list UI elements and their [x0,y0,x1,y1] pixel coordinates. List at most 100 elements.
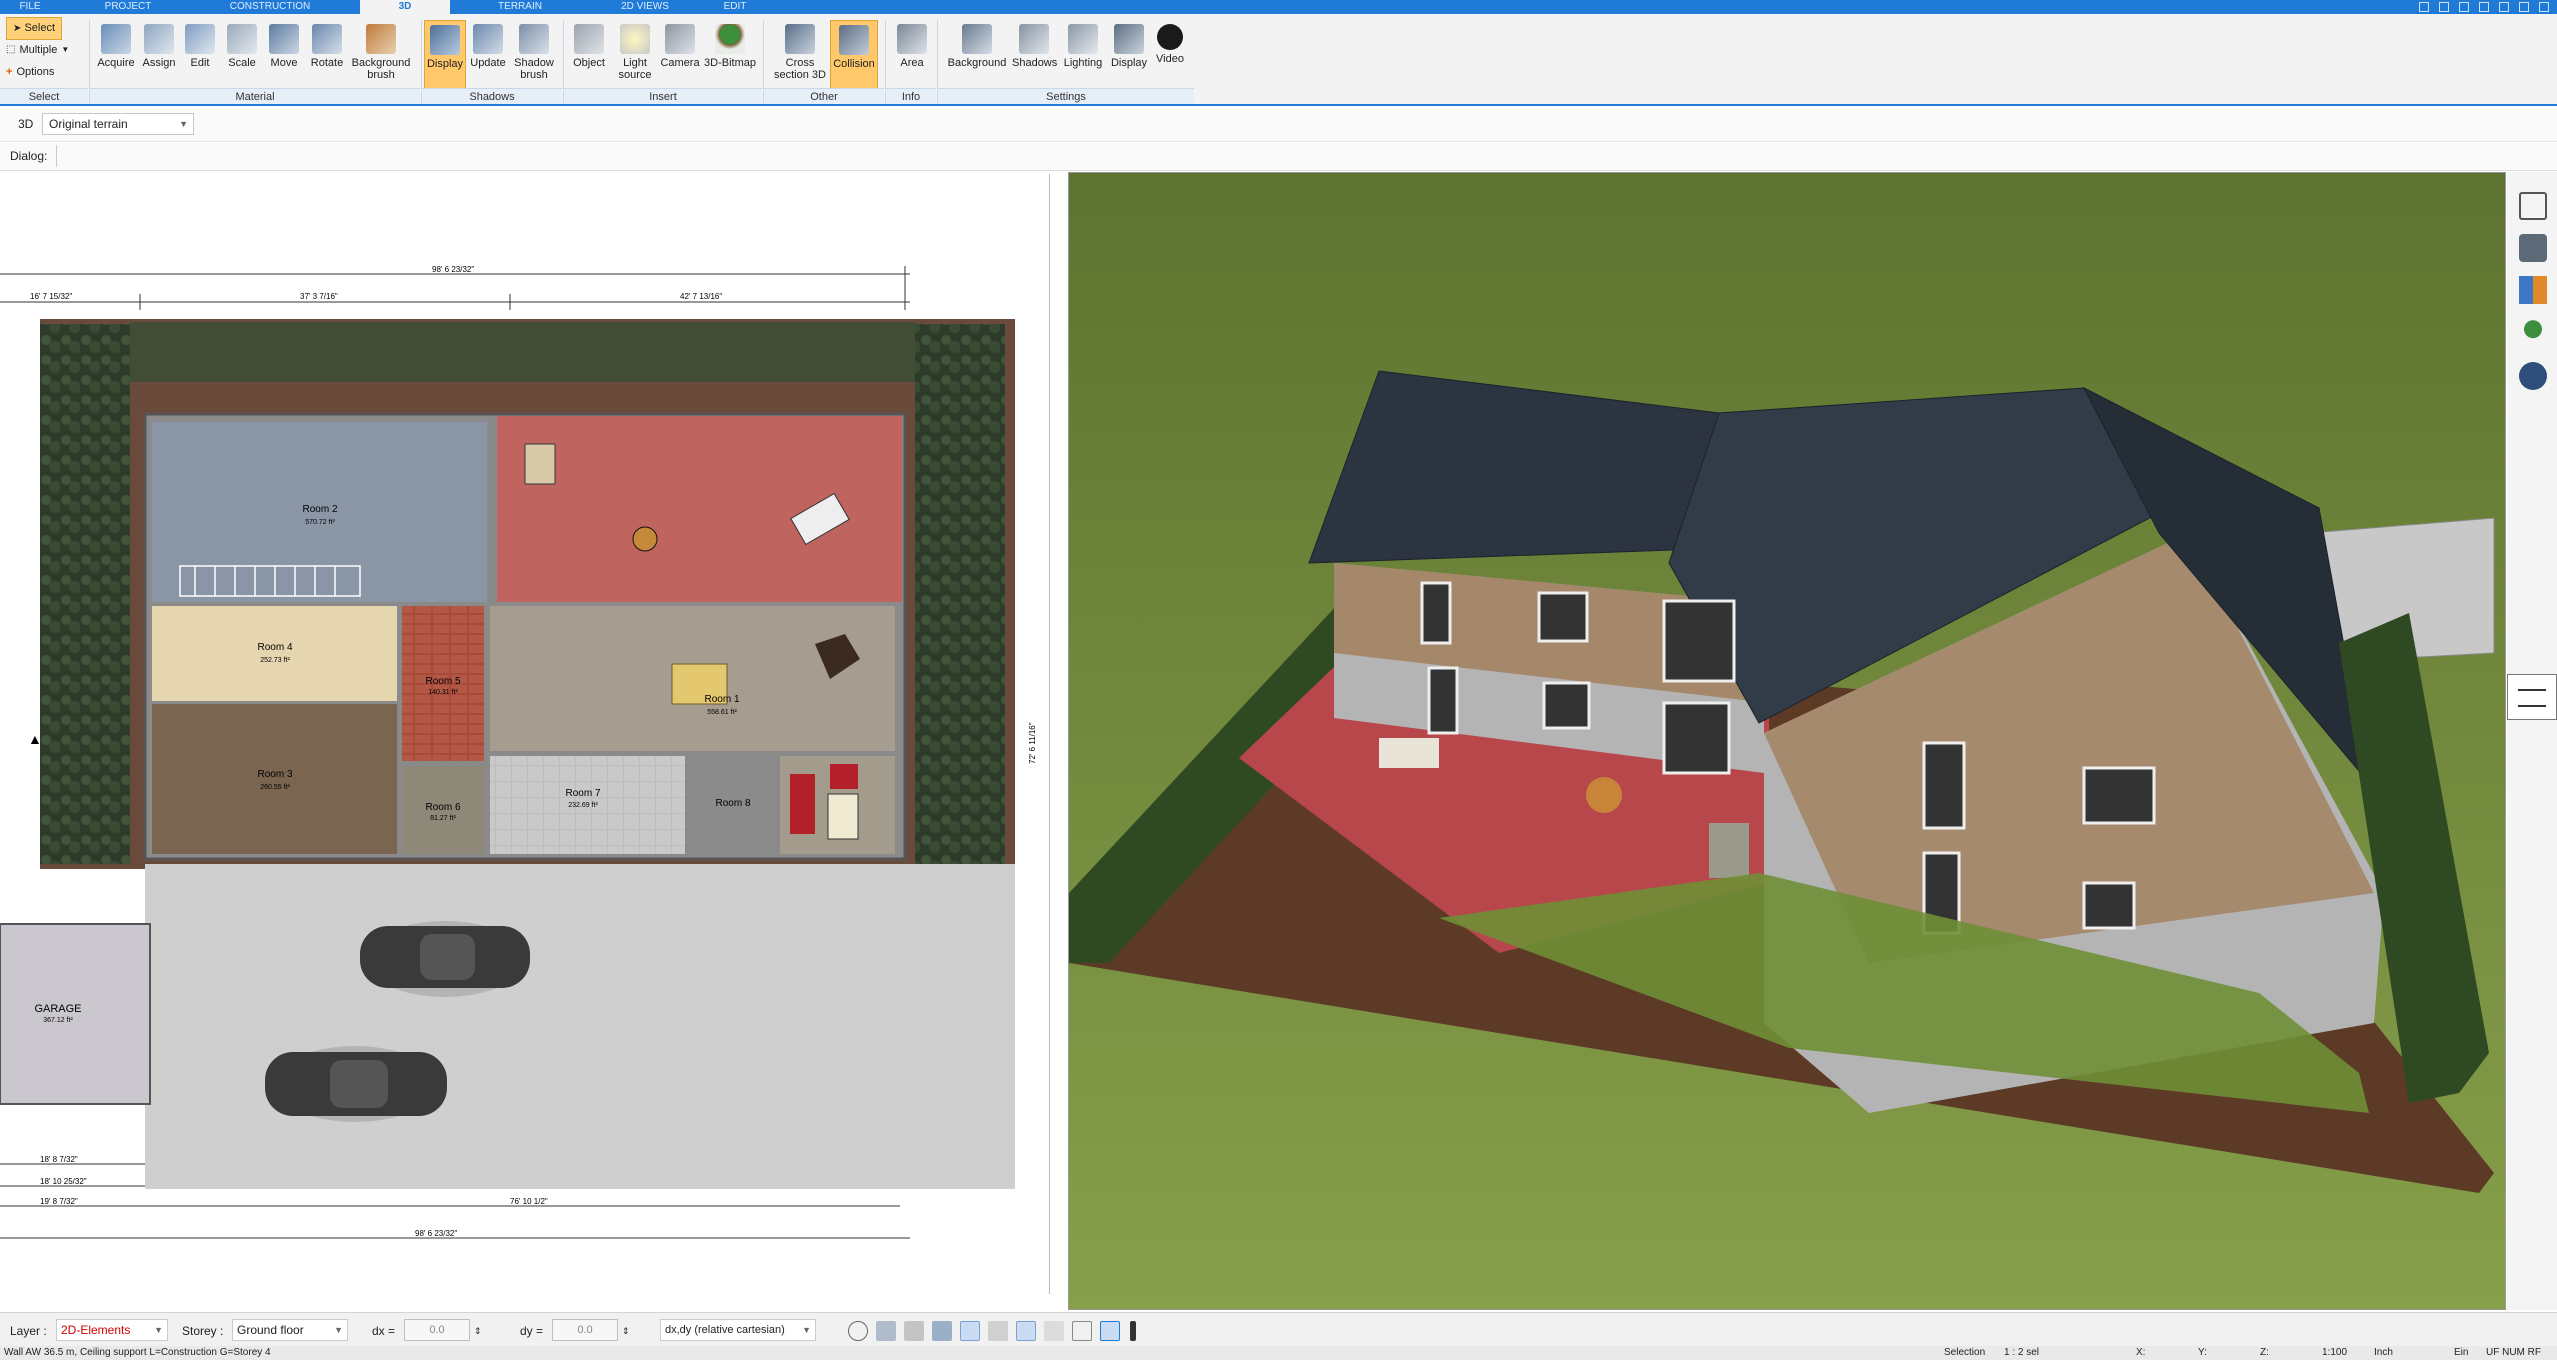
background-settings-button[interactable]: Background [942,20,1012,98]
3d-bitmap-button[interactable]: 3D-Bitmap [702,20,758,98]
insert-object-button[interactable]: Object [566,20,612,98]
lounger[interactable] [524,443,556,485]
materials-icon[interactable] [2519,276,2547,304]
move-button[interactable]: Move [264,20,304,98]
dx-input[interactable]: 0.0 [404,1319,470,1341]
acquire-button[interactable]: Acquire [94,20,138,98]
move-arrows-icon [269,24,299,54]
storey-select[interactable]: Ground floor ▼ [232,1319,348,1341]
layers-icon[interactable] [2519,192,2547,220]
shadow-brush-button[interactable]: Shadow brush [510,20,558,98]
coffee-table[interactable] [827,793,859,840]
light-source-button[interactable]: Light source [612,20,658,98]
area-icon [897,24,927,54]
terrain-select[interactable]: Original terrain ▼ [42,113,194,135]
edit-material-button[interactable]: Edit [182,20,218,98]
light-bulb-icon [620,24,650,54]
sofa[interactable] [790,774,815,834]
patio-table-3d[interactable] [1586,777,1622,813]
tools-icon[interactable] [2419,2,2429,12]
unit-value: Inch [2374,1347,2393,1358]
driveway [145,864,1015,1189]
hatch-icon[interactable] [1044,1321,1064,1341]
camera-button[interactable]: Camera [658,20,702,98]
shadow-brush-label: Shadow brush [514,57,554,81]
coordinate-mode-select[interactable]: dx,dy (relative cartesian) ▼ [660,1319,816,1341]
dx-label: dx = [372,1324,396,1338]
3d-scene[interactable] [1069,173,2506,1310]
tree-icon[interactable] [2519,318,2547,346]
layers-toggle-icon[interactable] [988,1321,1008,1341]
room-4[interactable] [152,606,397,701]
outdoor-cabinet-3d[interactable] [1709,823,1749,878]
close-icon[interactable] [2539,2,2549,12]
link-icon[interactable] [2519,362,2547,390]
options-button[interactable]: + Options [6,62,54,82]
clock-icon[interactable] [848,1321,868,1341]
menu-handle-icon[interactable] [2507,674,2557,720]
shadows-settings-button[interactable]: Shadows [1012,20,1058,98]
scale-button[interactable]: Scale [222,20,262,98]
display-label: Display [426,58,464,70]
tab-construction[interactable]: CONSTRUCTION [210,0,330,14]
3d-bitmap-label: 3D-Bitmap [704,57,756,69]
collision-label: Collision [833,58,875,70]
tab-edit[interactable]: EDIT [700,0,770,14]
select-button[interactable]: ➤ Select [6,16,63,40]
room-2-label: Room 2 [302,504,337,515]
shadows-display-button[interactable]: Display [424,20,466,98]
info-icon[interactable] [2479,2,2489,12]
grid-snap-icon[interactable] [932,1321,952,1341]
help-icon[interactable] [2459,2,2469,12]
plus-icon: + [6,66,13,78]
car-1[interactable] [360,921,530,997]
north-toggle-icon[interactable] [1100,1321,1120,1341]
ortho-icon[interactable] [1016,1321,1036,1341]
view-icon[interactable] [876,1321,896,1341]
dy-label: dy = [520,1324,544,1338]
grid-icon[interactable] [1072,1321,1092,1341]
minimize-icon[interactable] [2499,2,2509,12]
armchair[interactable] [830,764,858,789]
group-label-settings: Settings [938,88,1194,104]
car-2[interactable] [265,1046,447,1122]
restore-icon[interactable] [2439,2,2449,12]
background-brush-button[interactable]: Background brush [348,20,414,98]
more-icon[interactable] [1130,1321,1136,1341]
background-brush-label: Background brush [351,57,411,81]
tab-file[interactable]: FILE [0,0,60,14]
cross-section-3d-button[interactable]: Cross section 3D [768,20,832,98]
group-label-insert: Insert [564,88,762,104]
hedge-left [40,324,130,864]
dx-stepper-icon[interactable]: ⇕ [474,1321,482,1341]
display-settings-button[interactable]: Display [1108,20,1150,98]
lighting-settings-button[interactable]: Lighting [1058,20,1108,98]
3d-view[interactable] [1068,172,2506,1310]
display-settings-label: Display [1110,57,1148,69]
collision-button[interactable]: Collision [830,20,878,98]
dy-stepper-icon[interactable]: ⇕ [622,1321,630,1341]
assign-button[interactable]: Assign [138,20,180,98]
tab-project[interactable]: PROJECT [100,0,156,14]
video-button[interactable]: Video [1150,20,1190,98]
line-snap-icon[interactable] [960,1321,980,1341]
floor-plan-canvas[interactable]: 98' 6 23/32" 16' 7 15/32" 37' 3 7/16" 42… [0,174,1050,1294]
multiple-button[interactable]: ⬚ Multiple ▼ [6,40,69,60]
maximize-icon[interactable] [2519,2,2529,12]
layer-select[interactable]: 2D-Elements ▼ [56,1319,168,1341]
tab-2d-views[interactable]: 2D VIEWS [600,0,690,14]
bench-3d[interactable] [1379,738,1439,768]
shadows-update-button[interactable]: Update [466,20,510,98]
table-round[interactable] [632,526,658,552]
shadows-label: Shadows [1012,57,1058,69]
rotate-button[interactable]: Rotate [306,20,348,98]
tab-terrain[interactable]: TERRAIN [480,0,560,14]
floor-plan-2d[interactable]: 98' 6 23/32" 16' 7 15/32" 37' 3 7/16" 42… [0,174,1050,1294]
scale-label: Scale [228,57,256,69]
armchair-icon[interactable] [2519,234,2547,262]
area-button[interactable]: Area [890,20,934,98]
dy-input[interactable]: 0.0 [552,1319,618,1341]
pencil-icon [185,24,215,54]
tab-3d[interactable]: 3D [360,0,450,14]
snap-icon[interactable] [904,1321,924,1341]
